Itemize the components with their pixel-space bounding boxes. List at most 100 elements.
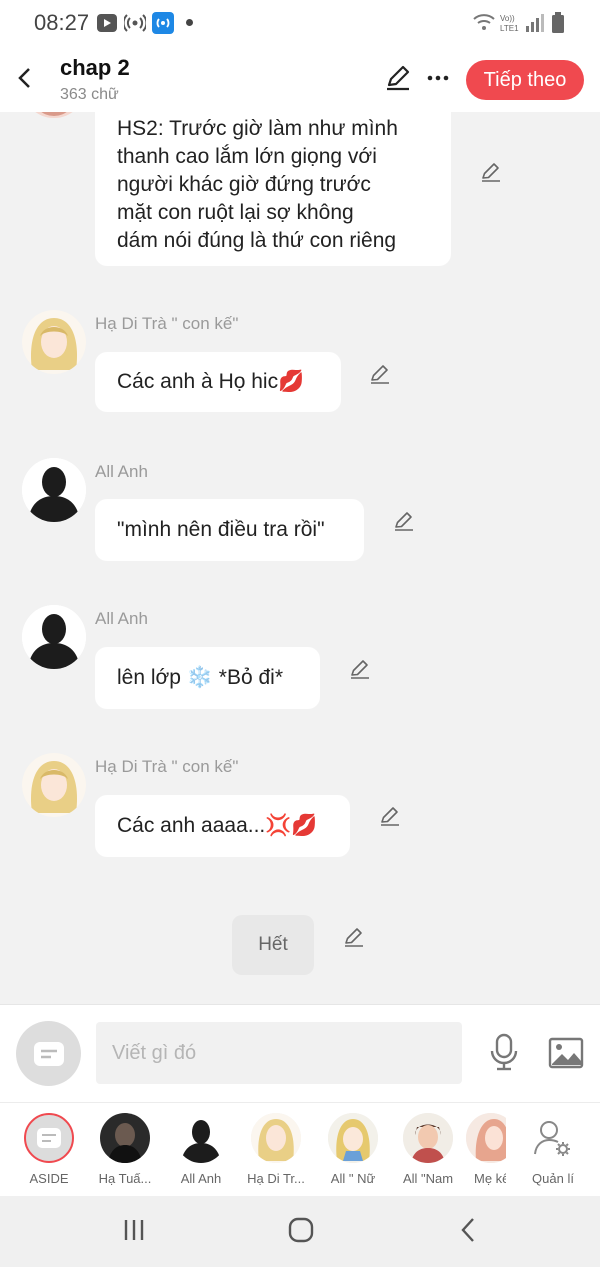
pencil-icon <box>371 365 389 384</box>
chevron-left-icon <box>18 68 30 88</box>
character-name: ASIDE <box>29 1171 69 1186</box>
character-name: Quản lí <box>532 1171 574 1186</box>
edit-message-button[interactable] <box>392 509 418 535</box>
character-avatar <box>328 1113 378 1163</box>
chapter-title: chap 2 <box>60 55 130 80</box>
edit-chapter-button[interactable] <box>384 64 412 97</box>
home-button[interactable] <box>288 1217 314 1248</box>
hotspot-badge-icon <box>152 12 174 39</box>
avatar[interactable] <box>22 310 86 374</box>
message-line: người khác giờ đứng trước <box>117 173 371 196</box>
message-box-icon <box>33 1041 64 1066</box>
character-aside[interactable]: ASIDE <box>14 1113 84 1186</box>
avatar[interactable] <box>22 753 86 817</box>
character-avatar <box>100 1113 150 1163</box>
chevron-left-icon <box>461 1218 474 1242</box>
character-name: All Anh <box>180 1171 222 1186</box>
sender-name: Hạ Di Trà " con kế" <box>95 314 239 333</box>
message-bubble[interactable]: Các anh aaaa...💢💋 <box>95 795 350 857</box>
svg-text:LTE1: LTE1 <box>500 24 519 33</box>
message-text: Các anh à Họ hic💋 <box>117 370 305 393</box>
character-avatar <box>251 1113 301 1163</box>
pencil-icon <box>345 928 363 947</box>
character-item[interactable]: All Anh <box>166 1113 236 1186</box>
character-avatar <box>528 1113 578 1163</box>
status-bar: 08:27 Vo)) LTE1 <box>0 0 600 46</box>
character-item[interactable]: All "Nam <box>393 1113 463 1186</box>
pencil-icon <box>387 65 410 91</box>
image-icon <box>548 1037 584 1069</box>
character-name: Hạ Di Tr... <box>247 1171 305 1186</box>
more-horizontal-icon <box>427 75 449 81</box>
sender-name: Hạ Di Trà " con kế" <box>95 757 239 776</box>
sender-name: All Anh <box>95 462 148 481</box>
message-line: HS2: Trước giờ làm như mình <box>117 117 398 140</box>
message-bubble[interactable]: lên lớp ❄️ *Bỏ đi* <box>95 647 320 709</box>
character-item[interactable]: Hạ Di Tr... <box>241 1113 311 1186</box>
more-options-button[interactable] <box>424 64 452 92</box>
character-name: Mẹ kế <box>474 1171 506 1186</box>
message-bubble[interactable]: Các anh à Họ hic💋 <box>95 352 341 412</box>
end-marker[interactable]: Hết <box>232 915 314 975</box>
sender-name: All Anh <box>95 609 148 628</box>
message-input[interactable] <box>96 1022 462 1084</box>
microphone-icon <box>490 1033 518 1071</box>
message-text: "mình nên điều tra rồi" <box>117 518 325 541</box>
character-avatar <box>176 1113 226 1163</box>
user-settings-icon <box>534 1121 570 1156</box>
message-line: dám nói đúng là thứ con riêng <box>117 229 397 252</box>
message-line: mặt con ruột lại sợ không <box>117 201 354 224</box>
battery-icon <box>552 12 564 39</box>
recent-apps-icon <box>124 1220 144 1240</box>
character-avatar <box>24 1113 74 1163</box>
chapter-header: chap 2 363 chữ Tiếp theo <box>0 46 600 112</box>
message-box-icon <box>37 1128 61 1148</box>
avatar[interactable] <box>22 605 86 669</box>
character-name: All "Nam <box>402 1171 454 1186</box>
system-back-button[interactable] <box>460 1217 476 1248</box>
character-item[interactable]: All " Nữ <box>318 1113 388 1186</box>
edit-message-button[interactable] <box>348 657 374 683</box>
notification-dot-icon <box>186 19 193 26</box>
image-button[interactable] <box>548 1037 584 1074</box>
manage-characters-button[interactable]: Quản lí <box>518 1113 588 1186</box>
chat-area[interactable]: HS2: Trước giờ làm như mình thanh cao lắ… <box>0 112 600 1004</box>
home-icon <box>288 1217 314 1243</box>
message-bubble[interactable]: HS2: Trước giờ làm như mình thanh cao lắ… <box>95 112 451 266</box>
avatar[interactable] <box>22 458 86 522</box>
message-text: Các anh aaaa...💢💋 <box>117 814 318 837</box>
status-time: 08:27 <box>34 10 90 35</box>
svg-text:Vo)): Vo)) <box>500 14 515 23</box>
pencil-icon <box>482 163 500 182</box>
message-text: lên lớp ❄️ *Bỏ đi* <box>117 666 284 689</box>
character-name: All " Nữ <box>330 1171 376 1186</box>
edit-end-button[interactable] <box>342 925 368 951</box>
microphone-button[interactable] <box>488 1033 520 1078</box>
avatar <box>22 112 86 118</box>
next-chapter-button[interactable]: Tiếp theo <box>466 60 584 100</box>
wifi-icon <box>472 12 496 37</box>
message-line: thanh cao lắm lớn giọng với <box>117 145 377 168</box>
word-count: 363 chữ <box>60 86 119 103</box>
youtube-notification-icon <box>96 12 118 39</box>
recent-apps-button[interactable] <box>122 1218 146 1247</box>
message-composer <box>0 1004 600 1102</box>
back-button[interactable] <box>10 60 38 96</box>
system-navigation-bar <box>0 1196 600 1267</box>
hotspot-icon <box>122 12 148 39</box>
character-item[interactable]: Mẹ kế <box>466 1113 506 1186</box>
character-item[interactable]: Hạ Tuấ... <box>90 1113 160 1186</box>
character-name: Hạ Tuấ... <box>98 1171 152 1186</box>
character-bar: ASIDE Hạ Tuấ... All Anh Hạ Di Tr... All … <box>0 1102 600 1196</box>
volte-signal-icon: Vo)) LTE1 <box>500 12 544 39</box>
pencil-icon <box>395 512 413 531</box>
character-avatar <box>466 1113 506 1163</box>
edit-message-button[interactable] <box>368 362 394 388</box>
pencil-icon <box>381 807 399 826</box>
character-avatar <box>403 1113 453 1163</box>
message-bubble[interactable]: "mình nên điều tra rồi" <box>95 499 364 561</box>
aside-toggle-button[interactable] <box>16 1021 81 1086</box>
pencil-icon <box>351 660 369 679</box>
edit-message-button[interactable] <box>378 804 404 830</box>
edit-message-button[interactable] <box>479 160 505 186</box>
